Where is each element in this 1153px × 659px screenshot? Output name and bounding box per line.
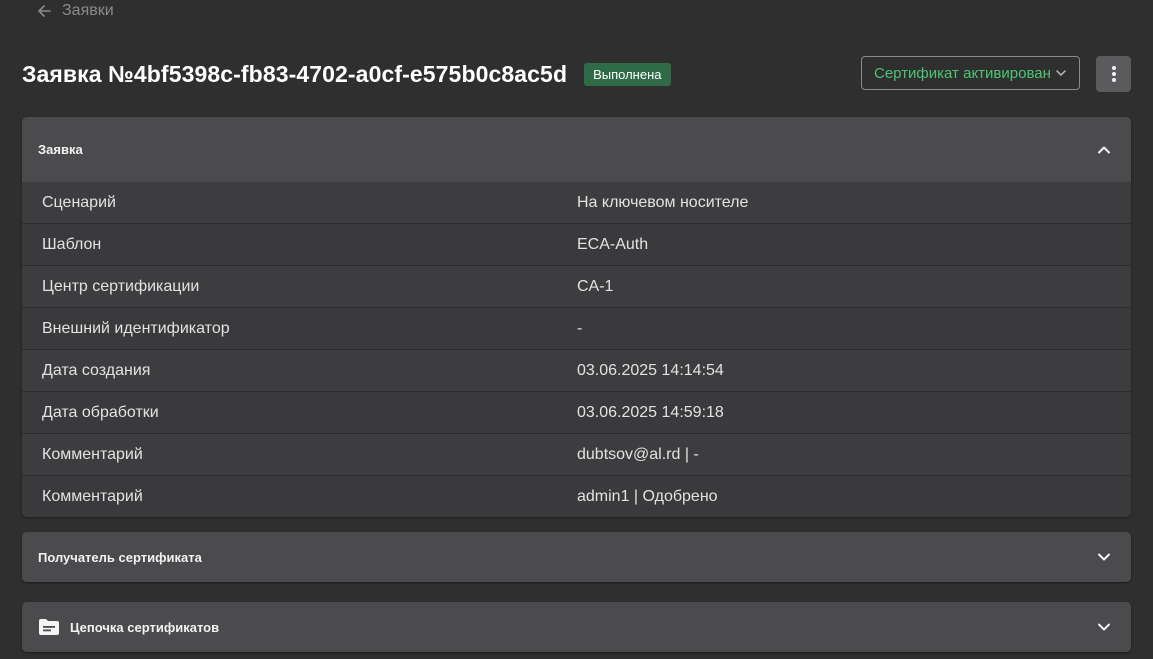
certificate-chain-panel-title: Цепочка сертификатов bbox=[70, 619, 220, 635]
certificate-status-value: Сертификат активирован bbox=[874, 64, 1051, 82]
request-details-table: Сценарий На ключевом носителе Шаблон ECA… bbox=[22, 182, 1131, 517]
more-actions-button[interactable] bbox=[1096, 56, 1131, 92]
row-value: CA-1 bbox=[577, 277, 614, 295]
certificate-status-select[interactable]: Сертификат активирован bbox=[861, 56, 1080, 90]
row-value: На ключевом носителе bbox=[577, 193, 749, 211]
request-details-page: Заявки Заявка №4bf5398c-fb83-4702-a0cf-e… bbox=[0, 0, 1153, 659]
table-row: Сценарий На ключевом носителе bbox=[22, 182, 1131, 223]
table-row: Комментарий dubtsov@al.rd | - bbox=[22, 433, 1131, 475]
row-value: - bbox=[577, 319, 583, 337]
row-label: Дата создания bbox=[42, 361, 151, 379]
table-row: Центр сертификации CA-1 bbox=[22, 265, 1131, 307]
row-value: ECA-Auth bbox=[577, 235, 649, 253]
title-row: Заявка №4bf5398c-fb83-4702-a0cf-e575b0c8… bbox=[22, 56, 1131, 92]
chevron-down-icon bbox=[1098, 623, 1110, 631]
row-label: Центр сертификации bbox=[42, 277, 200, 295]
certificate-chain-panel-header[interactable]: Цепочка сертификатов bbox=[22, 602, 1131, 652]
row-label: Комментарий bbox=[42, 445, 143, 463]
row-label: Сценарий bbox=[42, 193, 116, 211]
row-value: 03.06.2025 14:14:54 bbox=[577, 361, 724, 379]
table-row: Комментарий admin1 | Одобрено bbox=[22, 475, 1131, 517]
table-row: Шаблон ECA-Auth bbox=[22, 223, 1131, 265]
request-panel: Заявка Сценарий На ключевом носителе Шаб… bbox=[22, 117, 1131, 517]
table-row: Дата создания 03.06.2025 14:14:54 bbox=[22, 349, 1131, 391]
chevron-down-icon bbox=[1056, 70, 1066, 76]
row-value: 03.06.2025 14:59:18 bbox=[577, 403, 724, 421]
status-badge: Выполнена bbox=[584, 62, 671, 86]
folder-icon bbox=[39, 619, 59, 635]
back-link[interactable]: Заявки bbox=[36, 0, 114, 22]
recipient-panel-header[interactable]: Получатель сертификата bbox=[22, 532, 1131, 582]
recipient-panel-title: Получатель сертификата bbox=[38, 549, 202, 565]
table-row: Дата обработки 03.06.2025 14:59:18 bbox=[22, 391, 1131, 433]
more-vertical-icon bbox=[1111, 66, 1116, 82]
row-value: dubtsov@al.rd | - bbox=[577, 445, 699, 463]
chevron-up-icon bbox=[1098, 146, 1110, 153]
recipient-panel: Получатель сертификата bbox=[22, 532, 1131, 582]
row-label: Комментарий bbox=[42, 487, 143, 505]
request-panel-header[interactable]: Заявка bbox=[22, 117, 1131, 182]
row-value: admin1 | Одобрено bbox=[577, 487, 718, 505]
back-link-label: Заявки bbox=[62, 2, 114, 19]
row-label: Дата обработки bbox=[42, 403, 159, 421]
arrow-left-icon bbox=[38, 5, 51, 17]
certificate-chain-panel: Цепочка сертификатов bbox=[22, 602, 1131, 652]
row-label: Внешний идентификатор bbox=[42, 319, 230, 337]
page-title: Заявка №4bf5398c-fb83-4702-a0cf-e575b0c8… bbox=[22, 60, 568, 87]
row-label: Шаблон bbox=[42, 235, 102, 253]
request-panel-title: Заявка bbox=[38, 142, 83, 157]
chevron-down-icon bbox=[1098, 553, 1110, 561]
table-row: Внешний идентификатор - bbox=[22, 307, 1131, 349]
